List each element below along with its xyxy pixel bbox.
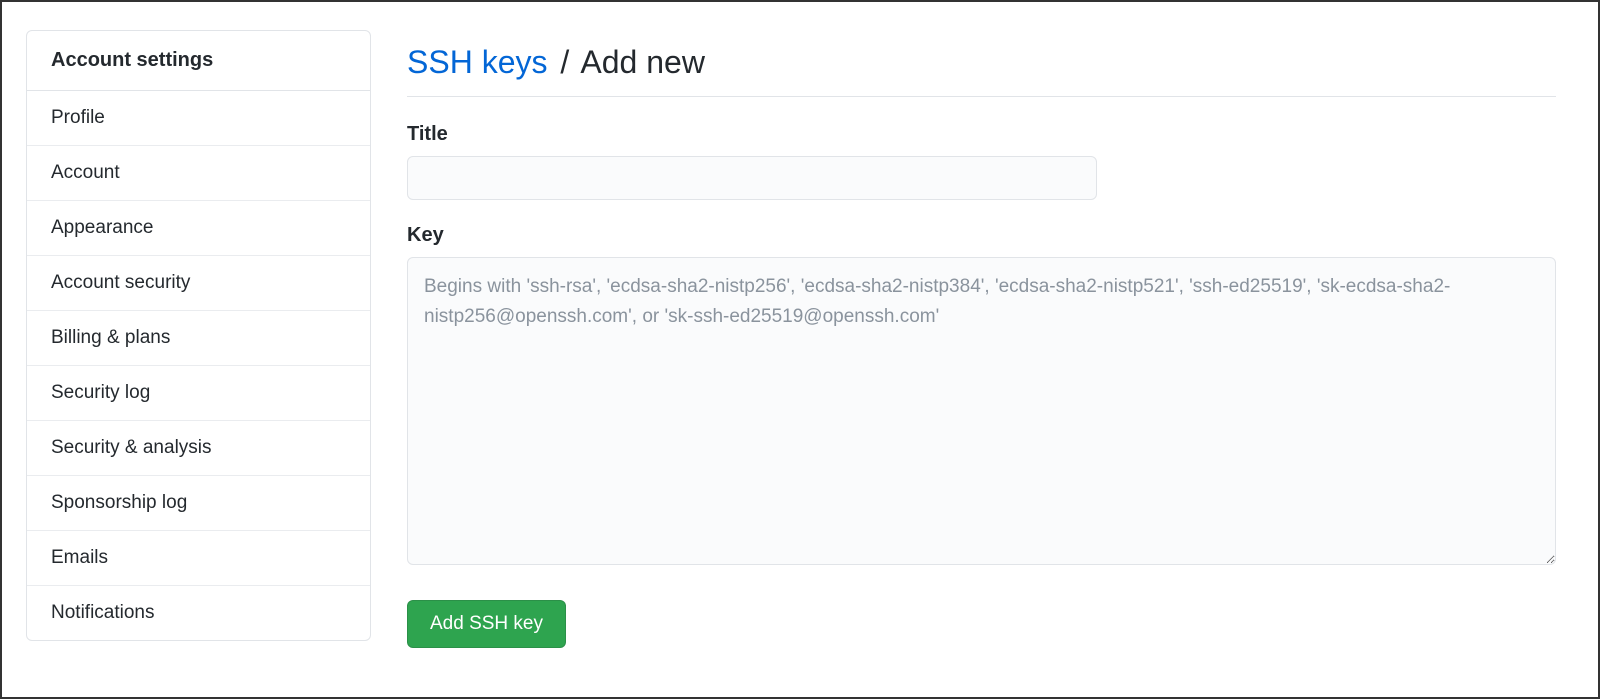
key-form-group: Key [407,224,1556,568]
breadcrumb-current: Add new [580,44,705,80]
settings-sidebar: Account settings Profile Account Appeara… [26,30,371,641]
key-label: Key [407,224,1556,247]
title-label: Title [407,123,1556,146]
sidebar-item-profile[interactable]: Profile [27,91,370,146]
breadcrumb-separator: / [556,44,573,80]
sidebar-item-security-log[interactable]: Security log [27,366,370,421]
breadcrumb-ssh-keys-link[interactable]: SSH keys [407,44,547,80]
sidebar-item-account-security[interactable]: Account security [27,256,370,311]
sidebar-item-security-analysis[interactable]: Security & analysis [27,421,370,476]
sidebar-item-appearance[interactable]: Appearance [27,201,370,256]
page-heading: SSH keys / Add new [407,42,1556,97]
app-frame: Account settings Profile Account Appeara… [0,0,1600,699]
sidebar-item-account[interactable]: Account [27,146,370,201]
title-form-group: Title [407,123,1556,200]
sidebar-item-sponsorship-log[interactable]: Sponsorship log [27,476,370,531]
sidebar-header: Account settings [27,31,370,91]
add-ssh-key-button[interactable]: Add SSH key [407,600,566,648]
sidebar-item-notifications[interactable]: Notifications [27,586,370,640]
sidebar-item-emails[interactable]: Emails [27,531,370,586]
main-content: SSH keys / Add new Title Key Add SSH key [407,30,1574,697]
title-input[interactable] [407,156,1097,200]
sidebar-item-billing-plans[interactable]: Billing & plans [27,311,370,366]
key-textarea[interactable] [407,257,1556,565]
